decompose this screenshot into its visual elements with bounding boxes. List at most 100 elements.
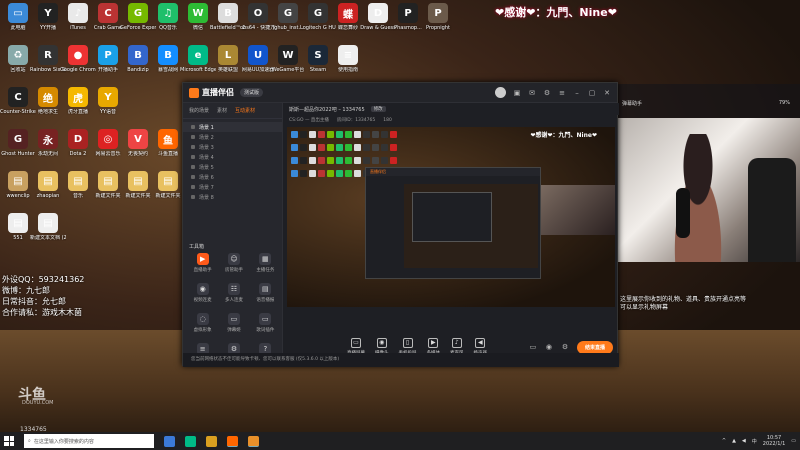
close-icon[interactable]: ✕: [603, 89, 611, 97]
desktop-icon-image: O: [248, 3, 268, 23]
eye-icon[interactable]: ◉: [545, 343, 553, 351]
network-icon[interactable]: ▲: [732, 438, 736, 444]
desktop-icon[interactable]: D Draw & Guess: [360, 3, 396, 43]
record-icon[interactable]: ▭: [529, 343, 537, 351]
desktop-icon[interactable]: ▤ wwenclip: [2, 171, 34, 211]
edge-icon[interactable]: [185, 435, 196, 447]
desktop-icon[interactable]: BBattlefield™ 2042 Ope...: [210, 3, 246, 43]
tool-item[interactable]: ▦ 主播任务: [250, 253, 281, 273]
stream-app-taskbar-icon[interactable]: [248, 435, 259, 447]
desktop-icon[interactable]: CCounter-Strike: Global Off...: [0, 87, 36, 127]
nested-preview-inner: [412, 192, 492, 242]
desktop-icon[interactable]: Glghub_inst...: [272, 3, 304, 43]
tool-item[interactable]: ▶ 直播助手: [187, 253, 218, 273]
desktop-icon-label: YY语音: [99, 109, 117, 115]
desktop-icon[interactable]: L 英雄联盟: [212, 45, 244, 85]
desktop-icon[interactable]: C Crab Game: [92, 3, 124, 43]
desktop-icon[interactable]: ♪ iTunes: [62, 3, 94, 43]
preview-icon: [300, 144, 307, 151]
desktop-icon[interactable]: ♫ QQ音乐: [152, 3, 184, 43]
desktop-icon[interactable]: W WeGame平台: [272, 45, 304, 85]
left-tab[interactable]: 互动素材: [235, 107, 255, 114]
douyu-taskbar-icon[interactable]: [227, 435, 238, 447]
taskbar-search[interactable]: ⌕ 在这里输入你要搜索的内容: [24, 434, 154, 448]
scene-item[interactable]: 场景 3: [183, 142, 282, 152]
stop-stream-button[interactable]: 结束直播: [576, 340, 613, 354]
desktop-icon[interactable]: W 微信: [182, 3, 214, 43]
app-titlebar[interactable]: 直播伴侣 测试版 ▣ ✉ ⚙ ≡ – ▢ ✕: [183, 83, 617, 103]
desktop-icon[interactable]: ▤ 新建文件夹: [122, 171, 154, 211]
notification-icon[interactable]: ▭: [791, 438, 796, 444]
edit-room-button[interactable]: 修改: [370, 106, 386, 112]
windows-start-icon[interactable]: [4, 436, 14, 446]
desktop-icon[interactable]: B 暴雪战网: [152, 45, 184, 85]
tool-item[interactable]: ▭ 弹幕姬: [218, 313, 249, 333]
desktop-icon[interactable]: 绝绝地求生: [32, 87, 64, 127]
desktop-icon[interactable]: ▤ 新建文件夹: [92, 171, 124, 211]
menu-icon[interactable]: ≡: [558, 89, 566, 97]
desktop-icon[interactable]: D Dota 2: [62, 129, 94, 169]
tray-chevron-icon[interactable]: ^: [722, 438, 726, 444]
desktop-icon[interactable]: 鱼斗鱼直播: [152, 129, 184, 169]
desktop-icon[interactable]: RRainbow Six Siege: [30, 45, 66, 85]
desktop-icon[interactable]: ▤ 音乐: [62, 171, 94, 211]
task-view-icon[interactable]: [164, 435, 175, 447]
desktop-icon[interactable]: V 无畏契约: [122, 129, 154, 169]
scene-item[interactable]: 场景 1: [183, 122, 282, 132]
desktop-icon[interactable]: S Steam: [302, 45, 334, 85]
settings-icon[interactable]: ⚙: [543, 89, 551, 97]
desktop-icon[interactable]: B Bandizip: [122, 45, 154, 85]
maximize-icon[interactable]: ▢: [588, 89, 596, 97]
tool-item[interactable]: ▭ 歌词插件: [250, 313, 281, 333]
desktop-icon[interactable]: P 开播助手: [92, 45, 124, 85]
tool-item[interactable]: ☺ 房管助手: [218, 253, 249, 273]
desktop-icon[interactable]: e Microsoft Edge: [180, 45, 216, 85]
scene-item[interactable]: 场景 6: [183, 172, 282, 182]
left-tab[interactable]: 我的场景: [189, 107, 209, 114]
file-explorer-icon[interactable]: [206, 435, 217, 447]
left-tab[interactable]: 素材: [217, 107, 227, 114]
desktop-icon[interactable]: ◎ 网易云音乐: [92, 129, 124, 169]
scene-item[interactable]: 场景 8: [183, 192, 282, 202]
message-icon[interactable]: ✉: [528, 89, 536, 97]
stream-preview[interactable]: ❤感谢❤：九門、Nine❤ 直播伴侣: [287, 127, 615, 307]
desktop-icon[interactable]: ▤ zhaopian: [32, 171, 64, 211]
tool-item[interactable]: ◉ 视频连麦: [187, 283, 218, 303]
tool-icon: ▭: [259, 313, 272, 325]
scene-item[interactable]: 场景 2: [183, 132, 282, 142]
ime-indicator[interactable]: 中: [752, 438, 757, 445]
desktop-icon[interactable]: 蝶蝶恋舞纱: [332, 3, 364, 43]
gift-icon[interactable]: ▣: [513, 89, 521, 97]
avatar[interactable]: [495, 87, 506, 98]
scene-item[interactable]: 场景 4: [183, 152, 282, 162]
desktop-icon[interactable]: G Logitech G HUB: [300, 3, 336, 43]
settings-icon[interactable]: ⚙: [561, 343, 569, 351]
volume-icon[interactable]: ◀: [742, 438, 746, 444]
desktop-icon[interactable]: GGeForce Experience: [120, 3, 156, 43]
desktop-icon[interactable]: ● Google Chrome: [60, 45, 96, 85]
clock[interactable]: 10:57 2022/1/1: [763, 435, 785, 447]
scene-item[interactable]: 场景 7: [183, 182, 282, 192]
scene-item[interactable]: 场景 5: [183, 162, 282, 172]
desktop-icon[interactable]: ≡ 使用指南: [332, 45, 364, 85]
desktop-icon[interactable]: Oobs64 - 快捷方式: [240, 3, 276, 43]
desktop-icon[interactable]: P Propnight: [422, 3, 454, 43]
desktop-icon[interactable]: 永永劫无间: [32, 129, 64, 169]
streaming-app-window[interactable]: 直播伴侣 测试版 ▣ ✉ ⚙ ≡ – ▢ ✕ 我的场景 素材 互动素材 场景 1 场景…: [182, 82, 619, 367]
tool-item[interactable]: ◌ 虚拟形象: [187, 313, 218, 333]
desktop-icon[interactable]: U 网易UU加速器: [242, 45, 274, 85]
desktop-icon[interactable]: ▤ 551: [2, 213, 34, 253]
desktop-icon[interactable]: ♻ 回收站: [2, 45, 34, 85]
desktop-icon[interactable]: Y YY开播: [32, 3, 64, 43]
room-category[interactable]: CS:GO — 直出主播: [289, 117, 329, 123]
desktop-icon[interactable]: G Ghost Hunter: [1, 129, 35, 169]
desktop-icon[interactable]: ▤ 新建文件夹: [152, 171, 184, 211]
desktop-icon[interactable]: 虎虎牙直播: [62, 87, 94, 127]
desktop-icon[interactable]: ▤ 新建文本文档 (2): [30, 213, 66, 253]
desktop-icon[interactable]: P Phasmop...: [392, 3, 424, 43]
minimize-icon[interactable]: –: [573, 89, 581, 97]
tool-item[interactable]: ▤ 语音播报: [250, 283, 281, 303]
desktop-icon[interactable]: ▭ 此电脑: [2, 3, 34, 43]
desktop-icon[interactable]: Y YY语音: [92, 87, 124, 127]
tool-item[interactable]: ☷ 多人连麦: [218, 283, 249, 303]
